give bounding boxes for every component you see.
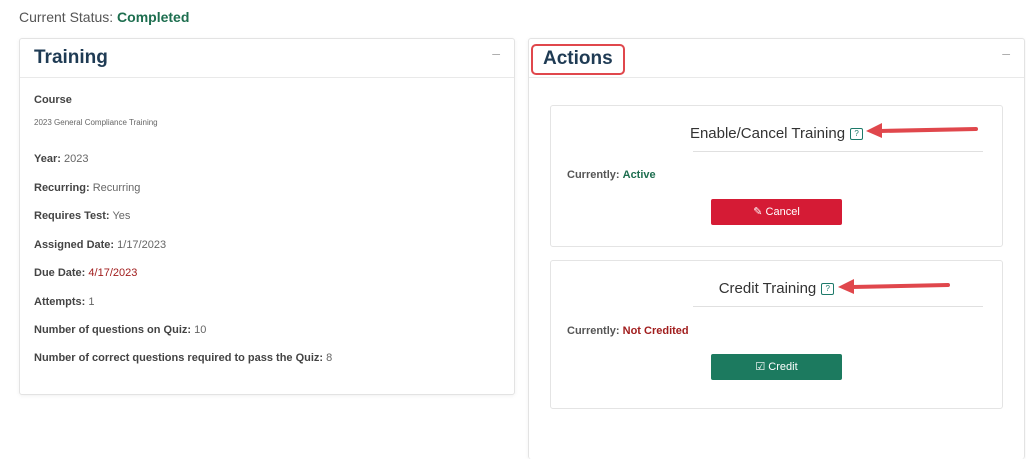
currently-value: Not Credited <box>622 325 689 337</box>
credit-status: Currently: Not Credited <box>567 325 689 337</box>
annotation-arrow-left-icon <box>866 123 978 138</box>
current-status: Current Status: Completed <box>19 9 189 25</box>
currently-label: Currently: <box>567 325 620 337</box>
divider <box>693 306 983 307</box>
course-label: Course <box>34 94 72 106</box>
cancel-button[interactable]: ✎ Cancel <box>711 199 842 225</box>
status-value: Completed <box>117 9 190 25</box>
field-value: 2023 <box>63 153 89 165</box>
field-value: Yes <box>112 210 131 222</box>
field-label: Year: <box>34 153 61 165</box>
field-value: 1/17/2023 <box>117 239 167 251</box>
field-label: Number of questions on Quiz: <box>34 324 192 336</box>
actions-title-highlight: Actions <box>531 44 625 75</box>
help-icon[interactable]: ? <box>850 128 864 141</box>
status-label: Current Status: <box>19 9 114 25</box>
enable-cancel-title: Enable/Cancel Training <box>689 125 846 142</box>
field-assigned-date: Assigned Date: 1/17/2023 <box>34 239 166 251</box>
field-attempts: Attempts: 1 <box>34 296 95 308</box>
field-value: 4/17/2023 <box>88 267 138 279</box>
training-panel-header: Training – <box>20 39 514 78</box>
field-due-date: Due Date: 4/17/2023 <box>34 267 137 279</box>
credit-button-label: Credit <box>768 361 798 373</box>
currently-value: Active <box>622 169 656 181</box>
credit-button[interactable]: ☑ Credit <box>711 354 842 380</box>
training-panel: Training – Course 2023 General Complianc… <box>19 38 515 395</box>
credit-title: Credit Training <box>718 280 817 297</box>
help-icon[interactable]: ? <box>821 283 835 296</box>
field-requires-test: Requires Test: Yes <box>34 210 130 222</box>
training-collapse-button[interactable]: – <box>492 45 500 61</box>
edit-icon: ✎ <box>753 206 763 218</box>
field-label: Attempts: <box>34 296 86 308</box>
training-title: Training <box>34 47 108 68</box>
field-label: Number of correct questions required to … <box>34 352 324 364</box>
field-year: Year: 2023 <box>34 153 88 165</box>
actions-title: Actions <box>543 48 613 69</box>
field-quiz-questions: Number of questions on Quiz: 10 <box>34 324 206 336</box>
field-label: Recurring: <box>34 182 90 194</box>
course-name: 2023 General Compliance Training <box>34 118 158 127</box>
field-value: 1 <box>88 296 95 308</box>
actions-panel: Actions – Enable/Cancel Training? Curren… <box>528 38 1025 459</box>
field-pass-threshold: Number of correct questions required to … <box>34 352 332 364</box>
actions-collapse-button[interactable]: – <box>1002 45 1010 61</box>
field-value: 10 <box>194 324 207 336</box>
field-value: 8 <box>326 352 333 364</box>
annotation-arrow-left-icon <box>838 279 950 294</box>
field-label: Due Date: <box>34 267 86 279</box>
actions-panel-header: Actions – <box>529 39 1024 78</box>
enable-status: Currently: Active <box>567 169 656 181</box>
clipboard-check-icon: ☑ <box>755 361 766 373</box>
currently-label: Currently: <box>567 169 620 181</box>
field-label: Assigned Date: <box>34 239 115 251</box>
field-label: Requires Test: <box>34 210 110 222</box>
field-value: Recurring <box>92 182 141 194</box>
cancel-button-label: Cancel <box>765 206 800 218</box>
field-recurring: Recurring: Recurring <box>34 182 140 194</box>
divider <box>693 151 983 152</box>
